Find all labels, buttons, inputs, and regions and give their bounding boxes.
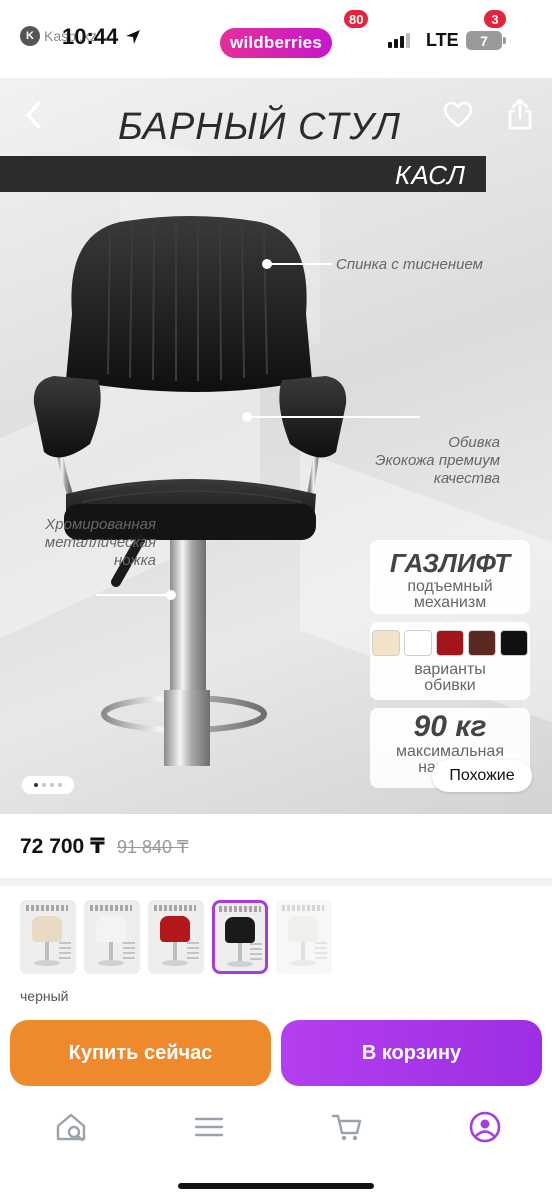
color-swatch (404, 630, 432, 656)
title-band: КАСЛ (0, 156, 486, 192)
gaslift-title: ГАЗЛИФТ (389, 548, 511, 578)
bar-stool-image (33, 216, 347, 766)
annotation-backrest: Спинка с тиснением (336, 256, 483, 273)
similar-products-button[interactable]: Похожие (432, 760, 532, 792)
annotation-upholstery-line1: Обивка (448, 434, 500, 451)
color-swatches (370, 630, 530, 656)
cart-icon[interactable] (330, 1110, 364, 1144)
cellular-signal-icon (388, 32, 410, 48)
annotation-leg-line2: металлическая (44, 534, 156, 551)
product-image-subtitle: КАСЛ (395, 160, 466, 190)
image-pager-dots (22, 776, 74, 794)
buy-now-label: Купить сейчас (68, 1041, 213, 1064)
price-section: 72 700 ₸ 91 840 ₸ (0, 814, 552, 878)
profile-notification-badge: 3 (482, 8, 508, 30)
add-to-cart-button[interactable]: В корзину (281, 1020, 542, 1086)
location-arrow-icon (126, 30, 141, 44)
wildberries-logo: wildberries (220, 28, 332, 58)
favorite-heart-icon[interactable] (444, 102, 472, 128)
section-divider (0, 878, 552, 886)
back-arrow-icon[interactable] (22, 100, 46, 130)
max-load-caption-line1: максимальная (396, 743, 504, 760)
annotation-leg: Хромированная металлическая ножка (22, 516, 156, 570)
color-variants (20, 900, 332, 974)
brand-name: wildberries (230, 33, 322, 52)
gaslift-card: ГАЗЛИФТ подъемный механизм (370, 540, 530, 614)
variant-thumbnail[interactable] (148, 900, 204, 974)
old-price: 91 840 ₸ (117, 837, 189, 857)
colors-caption-line1: варианты (414, 661, 486, 678)
kaspi-icon: K (20, 26, 40, 46)
battery-icon: 7 (466, 31, 506, 50)
annotation-upholstery-line2: Экокожа премиум (375, 452, 500, 469)
upholstery-colors-card: варианты обивки (370, 622, 530, 700)
annotation-dot (242, 412, 252, 422)
selected-color-label: черный (20, 988, 69, 1004)
variant-thumbnail[interactable] (276, 900, 332, 974)
share-icon[interactable] (508, 98, 532, 130)
color-swatch (500, 630, 528, 656)
color-swatch (372, 630, 400, 656)
annotation-dot (166, 590, 176, 600)
home-indicator (178, 1183, 374, 1189)
catalog-menu-icon[interactable] (192, 1110, 226, 1144)
product-image-title: БАРНЫЙ СТУЛ (118, 106, 401, 148)
product-image-gallery[interactable]: БАРНЫЙ СТУЛ КАСЛ Спинка с тиснением Обив… (0, 78, 552, 814)
annotation-leg-line3: ножка (113, 552, 156, 569)
clock: 10:44 (62, 24, 142, 50)
status-bar: K Kaspi.kz 10:44 wildberries LTE 7 (0, 0, 552, 80)
buy-now-button[interactable]: Купить сейчас (10, 1020, 271, 1086)
variant-thumbnail-selected[interactable] (212, 900, 268, 974)
gaslift-line1: подъемный (407, 578, 493, 595)
home-search-icon[interactable] (54, 1110, 88, 1144)
variant-thumbnail[interactable] (20, 900, 76, 974)
annotation-leg-line1: Хромированная (45, 516, 156, 533)
annotation-upholstery-line3: качества (433, 470, 500, 487)
annotation-upholstery: Обивка Экокожа премиум качества (375, 434, 500, 488)
colors-caption-line2: обивки (424, 677, 476, 694)
variant-thumbnail[interactable] (84, 900, 140, 974)
color-swatch (436, 630, 464, 656)
gaslift-line2: механизм (413, 594, 487, 611)
max-load-value: 90 кг (413, 710, 487, 743)
add-to-cart-label: В корзину (361, 1041, 462, 1064)
clock-text: 10:44 (62, 24, 119, 49)
similar-products-label: Похожие (449, 767, 515, 784)
color-swatch (468, 630, 496, 656)
annotation-dot (262, 259, 272, 269)
profile-icon[interactable] (468, 1110, 502, 1144)
cart-count-badge: 80 (342, 8, 371, 30)
network-type: LTE (426, 30, 459, 50)
battery-level: 7 (480, 32, 488, 49)
current-price: 72 700 ₸ (20, 835, 105, 858)
